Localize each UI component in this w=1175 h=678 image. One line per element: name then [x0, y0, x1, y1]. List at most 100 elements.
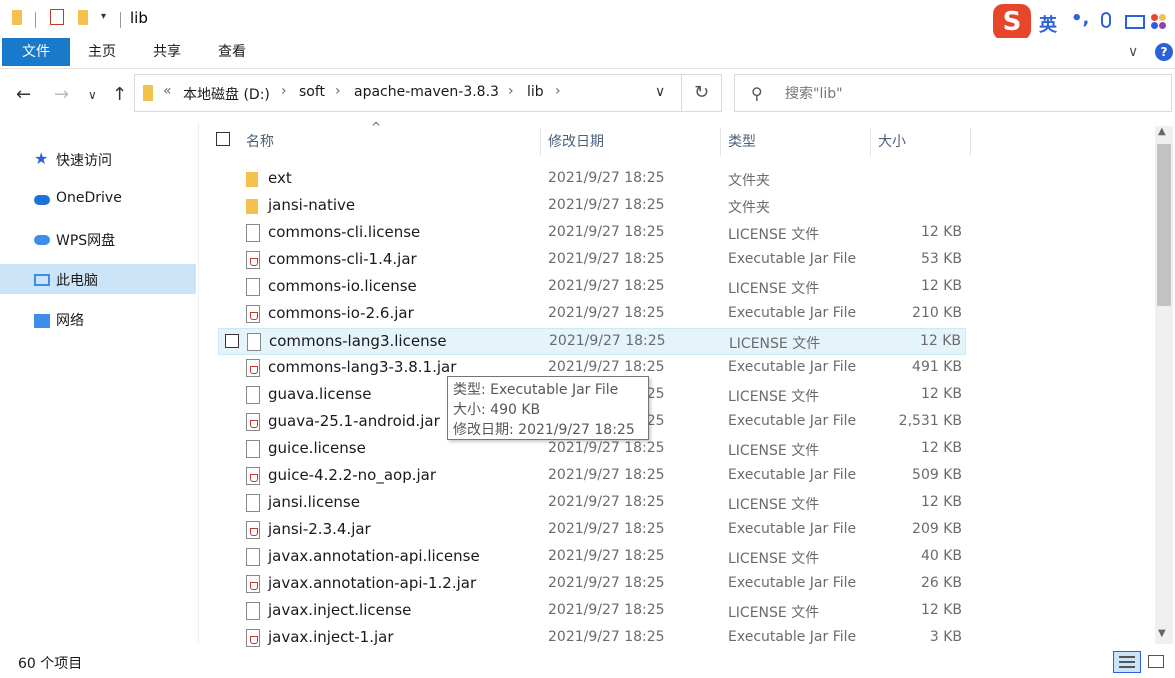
- file-row[interactable]: commons-lang3.license 2021/9/27 18:25 LICE…: [218, 328, 966, 355]
- sidebar-item-onedrive[interactable]: OneDrive: [0, 184, 196, 214]
- column-type[interactable]: 类型: [728, 131, 756, 151]
- search-input[interactable]: [783, 83, 1147, 105]
- row-checkbox[interactable]: [225, 334, 239, 348]
- address-bar[interactable]: « 本地磁盘 (D:) › soft › apache-maven-3.8.3 …: [134, 74, 682, 112]
- recent-locations-chevron-icon[interactable]: ∨: [88, 88, 97, 102]
- sidebar-item-label: 快速访问: [56, 153, 112, 169]
- navigation-pane: ★ 快速访问 OneDrive WPS网盘 此电脑 网络: [0, 122, 199, 642]
- file-row[interactable]: commons-cli.license 2021/9/27 18:25 LICENS…: [218, 220, 966, 247]
- folder-icon: [246, 172, 258, 187]
- address-dropdown-chevron-icon[interactable]: ∨: [655, 84, 665, 100]
- file-row[interactable]: commons-io-2.6.jar 2021/9/27 18:25 Executa…: [218, 301, 966, 328]
- file-name: commons-lang3.license: [269, 332, 447, 350]
- sogou-logo-icon[interactable]: S: [993, 4, 1031, 40]
- scroll-down-arrow-icon[interactable]: ▼: [1158, 628, 1166, 639]
- star-icon: ★: [34, 149, 49, 168]
- sidebar-item-label: WPS网盘: [56, 233, 116, 249]
- file-date: 2021/9/27 18:25: [548, 494, 665, 510]
- file-row[interactable]: guice.license 2021/9/27 18:25 LICENSE 文件 12…: [218, 436, 966, 463]
- file-size: 12 KB: [920, 224, 962, 240]
- sidebar-item-network[interactable]: 网络: [0, 304, 196, 334]
- up-arrow-icon[interactable]: ↑: [112, 84, 127, 105]
- sidebar-item-this-pc[interactable]: 此电脑: [0, 264, 196, 294]
- breadcrumb-lib[interactable]: lib: [527, 84, 544, 100]
- scroll-up-arrow-icon[interactable]: ▲: [1158, 126, 1166, 137]
- properties-icon[interactable]: [50, 9, 64, 25]
- tab-file[interactable]: 文件: [2, 38, 70, 66]
- expand-ribbon-icon[interactable]: ∨: [1128, 44, 1138, 60]
- file-row[interactable]: jansi.license 2021/9/27 18:25 LICENSE 文件 12…: [218, 490, 966, 517]
- keyboard-icon[interactable]: [1125, 15, 1145, 29]
- tab-share[interactable]: 共享: [153, 38, 181, 66]
- file-row[interactable]: javax.annotation-api-1.2.jar 2021/9/27 18…: [218, 571, 966, 598]
- details-view-icon[interactable]: [1113, 651, 1141, 673]
- file-type: LICENSE 文件: [729, 336, 821, 352]
- file-type: Executable Jar File: [728, 359, 857, 375]
- sidebar-item-wps-cloud[interactable]: WPS网盘: [0, 224, 196, 254]
- file-row[interactable]: ext 2021/9/27 18:25 文件夹: [218, 166, 966, 193]
- column-name[interactable]: 名称: [246, 131, 274, 151]
- file-name: commons-lang3-3.8.1.jar: [268, 358, 457, 376]
- search-box[interactable]: ⚲: [734, 74, 1172, 112]
- breadcrumb-chevron-icon[interactable]: ›: [281, 83, 287, 99]
- breadcrumb-drive[interactable]: 本地磁盘 (D:): [183, 84, 270, 104]
- select-all-checkbox[interactable]: [216, 132, 230, 146]
- file-name: commons-cli.license: [268, 223, 421, 241]
- file-row[interactable]: javax.annotation-api.license 2021/9/27 18…: [218, 544, 966, 571]
- breadcrumb-chevron-icon[interactable]: ›: [335, 83, 341, 99]
- refresh-icon[interactable]: ↻: [682, 74, 722, 112]
- sidebar-item-quick-access[interactable]: ★ 快速访问: [0, 144, 196, 174]
- breadcrumb-maven[interactable]: apache-maven-3.8.3: [354, 84, 499, 100]
- file-row[interactable]: commons-io.license 2021/9/27 18:25 LICENSE…: [218, 274, 966, 301]
- document-icon: [246, 548, 260, 566]
- ime-language-toggle[interactable]: 英: [1039, 11, 1057, 37]
- new-folder-icon[interactable]: [78, 10, 88, 25]
- java-jar-icon: [246, 521, 260, 539]
- column-divider[interactable]: [720, 128, 721, 156]
- microphone-icon[interactable]: [1101, 12, 1111, 28]
- file-type: 文件夹: [728, 200, 770, 216]
- file-size: 210 KB: [912, 305, 962, 321]
- file-name: javax.inject-1.jar: [268, 628, 394, 646]
- column-divider[interactable]: [870, 128, 871, 156]
- file-type: Executable Jar File: [728, 629, 857, 645]
- large-icons-view-icon[interactable]: [1145, 651, 1169, 673]
- tab-view[interactable]: 查看: [218, 38, 246, 66]
- file-size: 12 KB: [920, 386, 962, 402]
- file-row[interactable]: jansi-2.3.4.jar 2021/9/27 18:25 Executable…: [218, 517, 966, 544]
- breadcrumb-chevron-icon[interactable]: ›: [555, 83, 561, 99]
- file-row[interactable]: jansi-native 2021/9/27 18:25 文件夹: [218, 193, 966, 220]
- breadcrumb-overflow-icon[interactable]: «: [163, 83, 172, 99]
- file-date: 2021/9/27 18:25: [548, 575, 665, 591]
- file-size: 40 KB: [920, 548, 962, 564]
- back-arrow-icon[interactable]: ←: [16, 84, 31, 105]
- file-name: commons-cli-1.4.jar: [268, 250, 417, 268]
- column-date[interactable]: 修改日期: [548, 131, 604, 151]
- breadcrumb-chevron-icon[interactable]: ›: [508, 83, 514, 99]
- vertical-scrollbar[interactable]: ▲ ▼: [1155, 126, 1173, 644]
- java-jar-icon: [246, 251, 260, 269]
- file-name: jansi-native: [268, 196, 356, 214]
- breadcrumb-soft[interactable]: soft: [299, 84, 325, 100]
- apps-grid-icon[interactable]: [1151, 14, 1167, 30]
- file-date: 2021/9/27 18:25: [548, 467, 665, 483]
- ime-toolbar[interactable]: S 英 •,: [993, 2, 1175, 40]
- column-divider[interactable]: [970, 128, 971, 156]
- file-name: guava.license: [268, 385, 372, 403]
- file-type: LICENSE 文件: [728, 227, 820, 243]
- column-size[interactable]: 大小: [878, 131, 906, 151]
- column-divider[interactable]: [540, 128, 541, 156]
- scroll-thumb[interactable]: [1157, 144, 1171, 306]
- file-size: 12 KB: [920, 602, 962, 618]
- forward-arrow-icon[interactable]: →: [54, 84, 69, 105]
- column-header: ^ 名称 修改日期 类型 大小: [200, 120, 1155, 160]
- tab-home[interactable]: 主页: [88, 38, 116, 66]
- customize-toolbar-icon[interactable]: ▾: [101, 11, 106, 22]
- file-date: 2021/9/27 18:25: [548, 548, 665, 564]
- ime-punctuation-toggle[interactable]: •,: [1071, 8, 1089, 29]
- file-row[interactable]: commons-cli-1.4.jar 2021/9/27 18:25 Execut…: [218, 247, 966, 274]
- help-icon[interactable]: ?: [1155, 43, 1173, 61]
- file-row[interactable]: guice-4.2.2-no_aop.jar 2021/9/27 18:25 Exe…: [218, 463, 966, 490]
- file-row[interactable]: javax.inject.license 2021/9/27 18:25 LICEN…: [218, 598, 966, 625]
- search-icon: ⚲: [751, 84, 763, 103]
